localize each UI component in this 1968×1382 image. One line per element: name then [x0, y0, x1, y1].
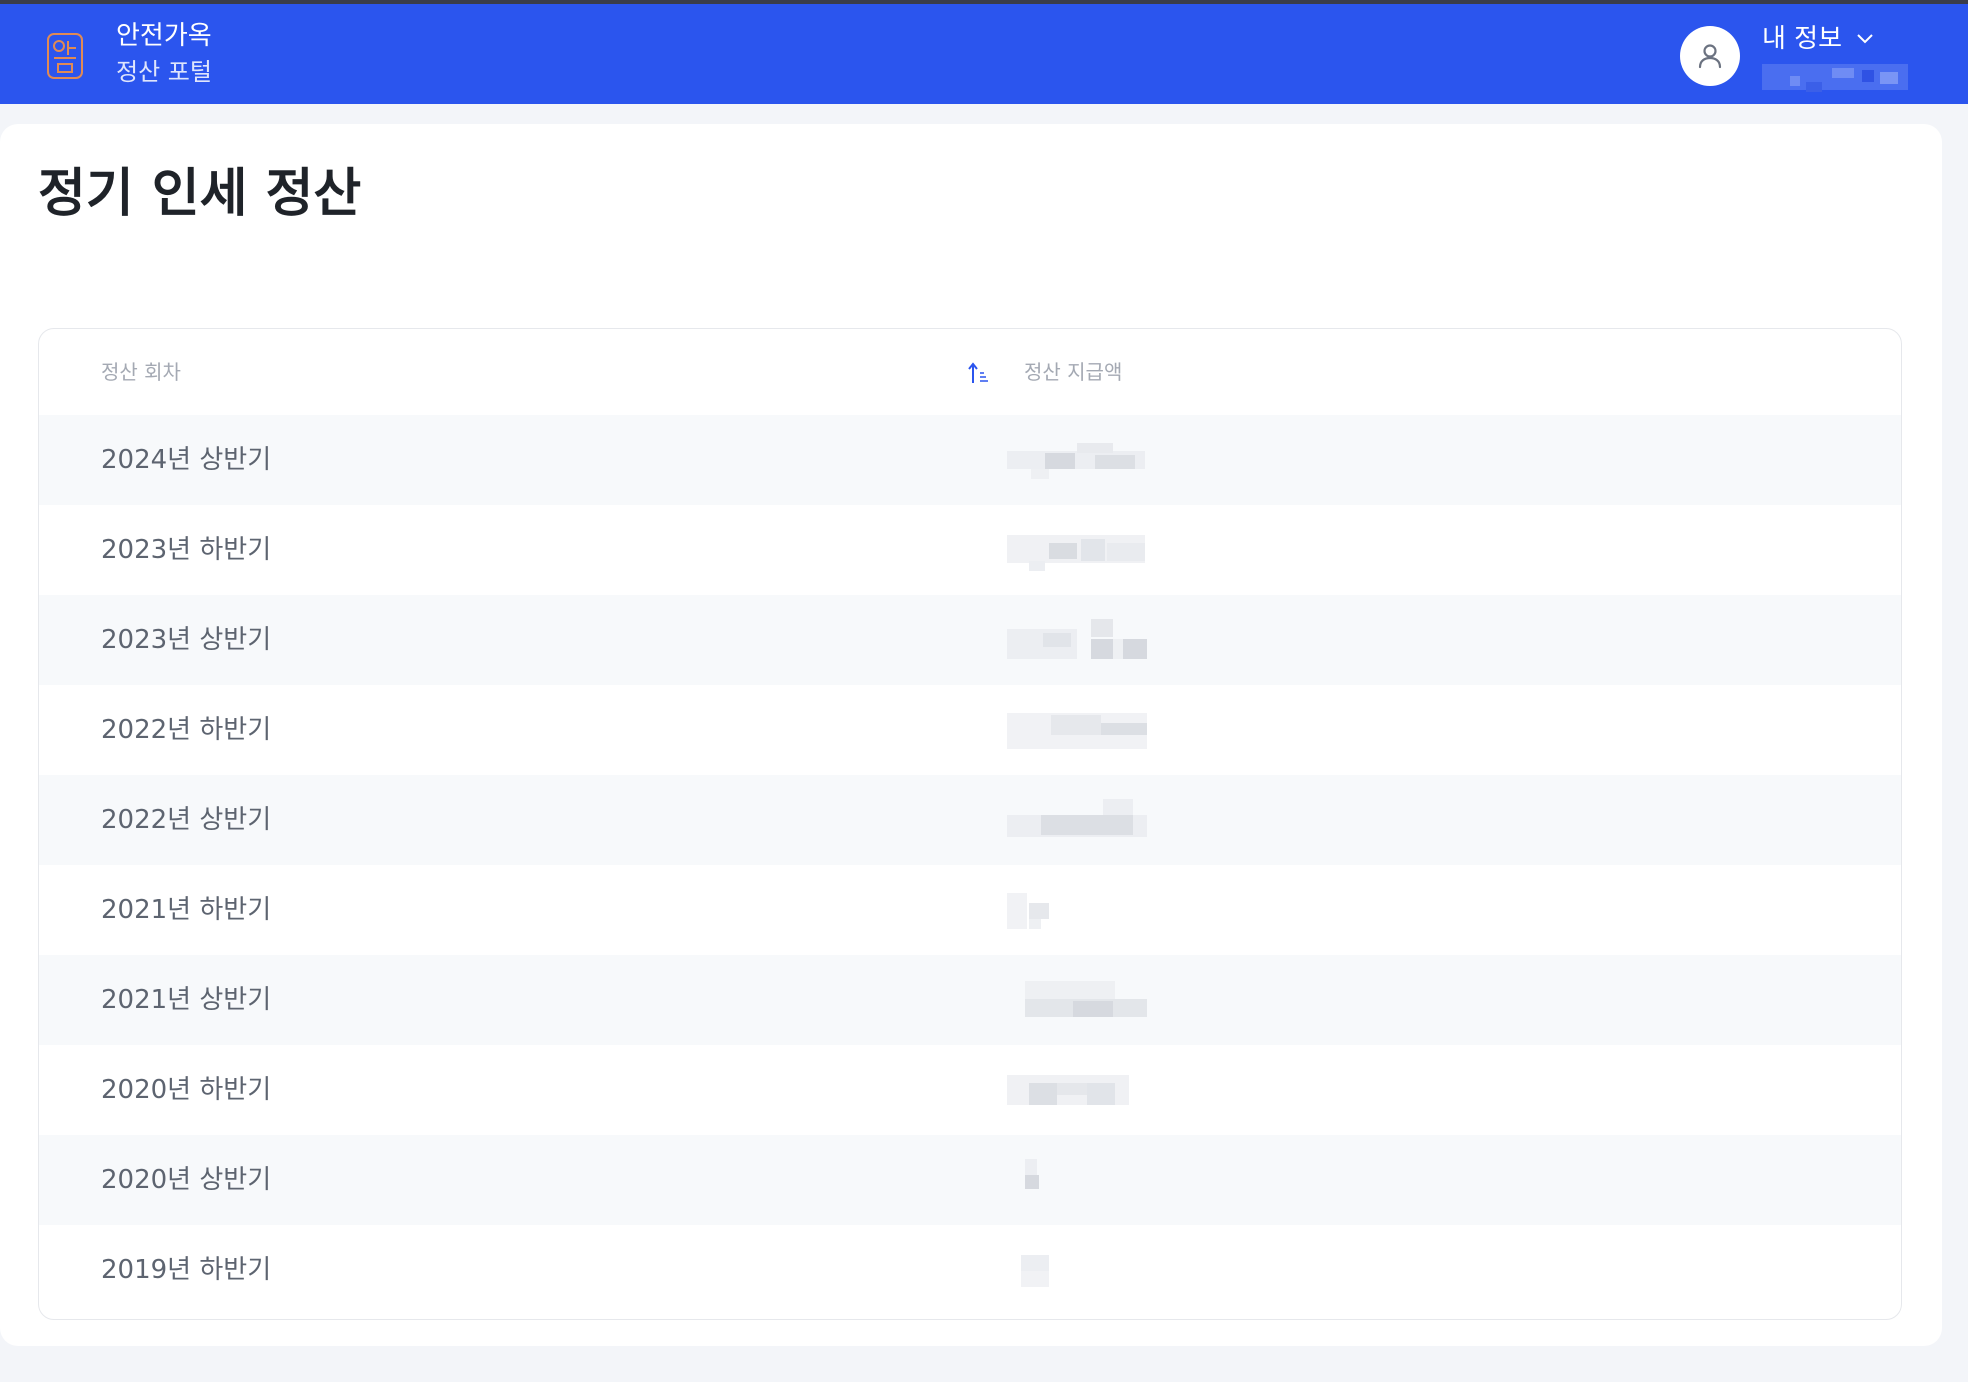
settlement-round: 2023년 하반기	[101, 535, 272, 565]
settlement-round: 2020년 상반기	[101, 1165, 272, 1195]
settlement-round: 2022년 하반기	[101, 715, 272, 745]
column-header-amount: 정산 지급액	[1024, 360, 1123, 384]
settlement-round: 2023년 상반기	[101, 625, 272, 655]
brand[interactable]: 안전가옥 정산 포털	[116, 18, 212, 90]
brand-logo-icon[interactable]	[46, 32, 84, 80]
avatar[interactable]	[1680, 26, 1740, 86]
redacted-amount	[1025, 1159, 1039, 1189]
redacted-amount	[1025, 981, 1147, 1017]
app-header: 안전가옥 정산 포털 내 정보	[0, 4, 1968, 104]
redacted-user-name	[1762, 64, 1908, 92]
table-row[interactable]: 2024년 상반기	[39, 415, 1901, 505]
settlement-round: 2021년 상반기	[101, 985, 272, 1015]
table-row[interactable]: 2019년 하반기	[39, 1225, 1901, 1315]
chevron-down-icon	[1857, 34, 1873, 44]
redacted-amount	[1021, 1255, 1049, 1287]
table-row[interactable]: 2023년 하반기	[39, 505, 1901, 595]
redacted-amount	[1007, 535, 1145, 571]
settlement-round: 2020년 하반기	[101, 1075, 272, 1105]
redacted-amount	[1007, 713, 1147, 749]
table-row[interactable]: 2020년 하반기	[39, 1045, 1901, 1135]
table-row[interactable]: 2022년 하반기	[39, 685, 1901, 775]
settlement-round: 2022년 상반기	[101, 805, 272, 835]
settlement-round: 2021년 하반기	[101, 895, 272, 925]
redacted-amount	[1007, 443, 1145, 479]
redacted-amount	[1007, 893, 1049, 929]
user-menu-label: 내 정보	[1762, 24, 1843, 54]
user-menu-toggle[interactable]: 내 정보	[1762, 22, 1874, 56]
table-row[interactable]: 2022년 상반기	[39, 775, 1901, 865]
redacted-amount	[1007, 619, 1147, 659]
settlement-round: 2019년 하반기	[101, 1255, 272, 1285]
settlement-table: 정산 회차 정산 지급액 2024년 상반기 2023년 하반기 2023년 상…	[38, 328, 1902, 1320]
page-title: 정기 인세 정산	[38, 164, 362, 224]
redacted-amount	[1007, 1075, 1129, 1105]
table-row[interactable]: 2021년 하반기	[39, 865, 1901, 955]
settlement-round: 2024년 상반기	[101, 445, 272, 475]
user-menu[interactable]: 내 정보	[1680, 22, 1910, 92]
column-header-round: 정산 회차	[101, 360, 181, 384]
brand-name: 안전가옥	[116, 21, 212, 51]
main-card: 정기 인세 정산 정산 회차 정산 지급액 2024년 상반기 2023년 하반…	[0, 124, 1942, 1346]
sort-ascending-icon[interactable]	[967, 361, 989, 385]
table-row[interactable]: 2023년 상반기	[39, 595, 1901, 685]
table-row[interactable]: 2021년 상반기	[39, 955, 1901, 1045]
table-row[interactable]: 2020년 상반기	[39, 1135, 1901, 1225]
redacted-amount	[1007, 799, 1147, 837]
brand-subtitle: 정산 포털	[116, 58, 212, 86]
table-header: 정산 회차 정산 지급액	[39, 329, 1901, 415]
user-icon	[1698, 44, 1722, 69]
